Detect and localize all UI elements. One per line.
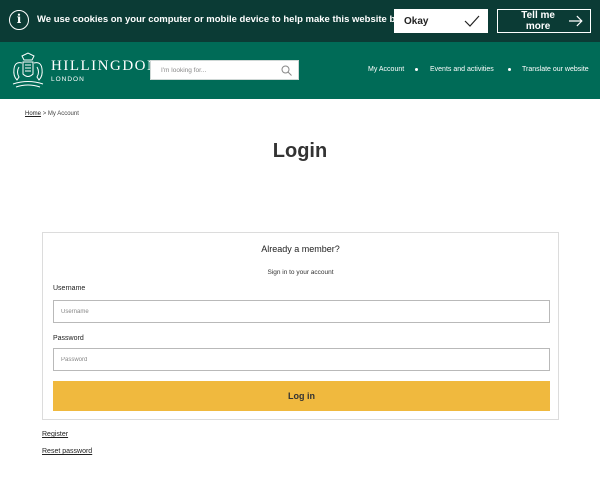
register-link[interactable]: Register [42,431,68,438]
info-icon: i [9,10,29,30]
page-title: Login [272,140,328,162]
nav-translate-website[interactable]: Translate our website [522,66,589,73]
site-search [150,60,299,80]
coat-of-arms-icon [12,52,44,88]
username-field[interactable] [53,300,550,323]
nav-events-and-activities[interactable]: Events and activities [430,66,494,73]
nav-separator-dot [508,68,511,71]
site-logo[interactable]: HILLINGDON LONDON [10,52,159,90]
checkmark-icon [464,15,480,27]
logo-subtitle: LONDON [51,76,85,83]
username-label: Username [53,285,86,292]
breadcrumb-current: My Account [47,111,79,117]
breadcrumb-home-link[interactable]: Home [25,111,41,117]
logo-wordmark: HILLINGDON [51,58,160,74]
arrow-right-icon [569,15,583,27]
password-label: Password [53,335,84,342]
reset-password-link[interactable]: Reset password [42,448,92,455]
login-panel: Already a member? Sign in to your accoun… [42,232,559,420]
search-input[interactable] [161,66,271,74]
log-in-button[interactable]: Log in [53,381,550,411]
cookie-okay-label: Okay [404,15,429,27]
cookie-okay-button[interactable]: Okay [394,9,488,33]
password-field[interactable] [53,348,550,371]
login-heading: Already a member? [261,244,340,254]
breadcrumb-separator: > [42,111,47,117]
cookie-tell-me-more-label: Tell me more [521,10,555,32]
cookie-message: We use cookies on your computer or mobil… [37,14,418,25]
nav-my-account[interactable]: My Account [368,66,404,73]
cookie-tell-me-more-button[interactable]: Tell me more [497,9,591,33]
cookie-banner: i We use cookies on your computer or mob… [0,0,600,42]
nav-separator-dot [415,68,418,71]
breadcrumb: Home > My Account [25,111,79,117]
search-icon[interactable] [281,65,292,76]
login-subheading: Sign in to your account [267,269,334,276]
